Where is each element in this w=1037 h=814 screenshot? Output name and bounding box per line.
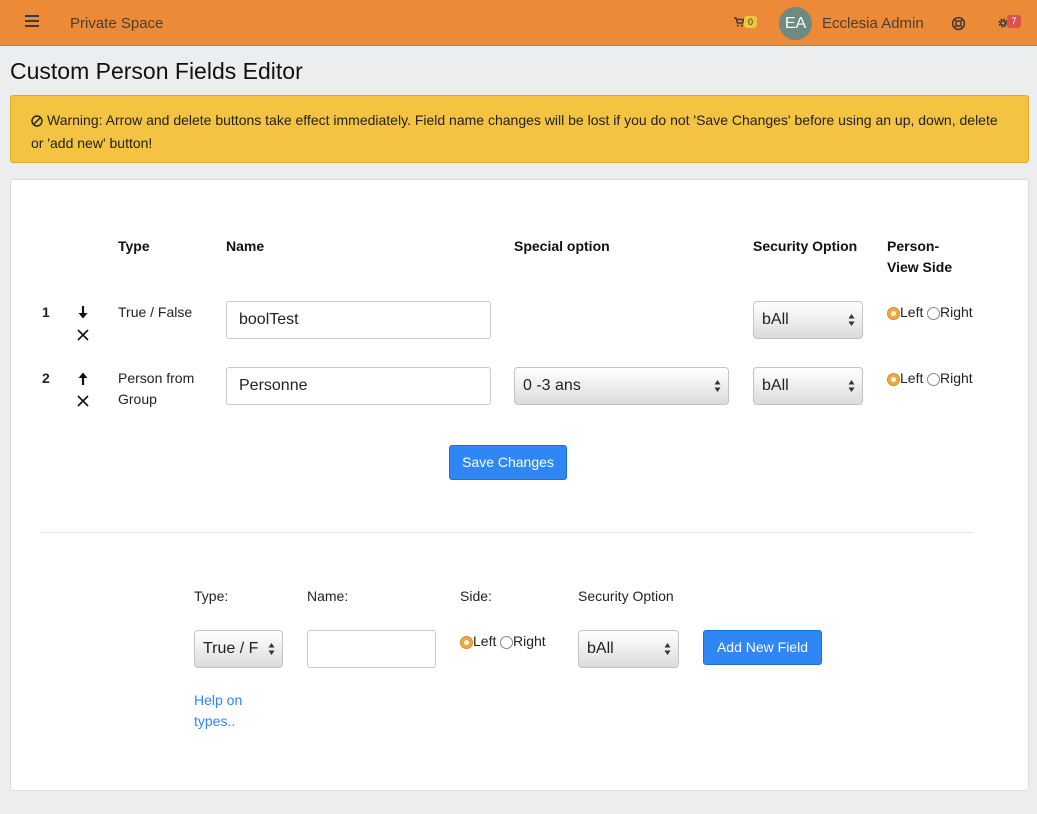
- security-option-select[interactable]: bAll: [753, 367, 863, 405]
- save-changes-button[interactable]: Save Changes: [449, 445, 567, 480]
- special-option-value: 0 -3 ans: [523, 377, 581, 394]
- settings-button[interactable]: 7: [997, 15, 1027, 30]
- new-security-label: Security Option: [578, 588, 674, 604]
- help-on-types-link[interactable]: Help on types..: [194, 690, 242, 732]
- row-type: True / False: [118, 304, 193, 320]
- side-left-label: Left: [900, 304, 924, 320]
- select-arrows-icon: [848, 314, 855, 326]
- side-right-label: Right: [940, 370, 973, 386]
- ban-icon: [31, 112, 43, 133]
- field-name-input[interactable]: Personne: [226, 367, 491, 405]
- delete-field-button[interactable]: [77, 394, 89, 412]
- new-name-input[interactable]: [307, 630, 436, 668]
- select-arrows-icon: [664, 643, 671, 655]
- row-index: 1: [42, 304, 50, 320]
- header-security-option: Security Option: [753, 238, 858, 254]
- security-option-value: bAll: [762, 311, 789, 328]
- new-type-value: True / False: [203, 640, 259, 657]
- select-arrows-icon: [848, 380, 855, 392]
- new-security-value: bAll: [587, 640, 614, 657]
- side-left-radio[interactable]: [887, 307, 900, 320]
- avatar[interactable]: EA: [779, 7, 812, 40]
- fields-editor-card: Type Name Special option Security Option…: [10, 179, 1029, 791]
- row-type-line1: Person from: [118, 370, 195, 386]
- cart-button[interactable]: 0: [734, 16, 760, 30]
- top-navbar: Private Space 0 EA Ecclesia Admin 7: [0, 0, 1037, 46]
- warning-alert: Warning: Arrow and delete buttons take e…: [10, 95, 1029, 163]
- new-side-left-label: Left: [473, 633, 497, 649]
- side-left-radio[interactable]: [887, 373, 900, 386]
- side-right-radio[interactable]: [927, 307, 940, 320]
- new-side-right-radio[interactable]: [500, 636, 513, 649]
- new-type-label: Type:: [194, 588, 229, 604]
- select-arrows-icon: [714, 380, 721, 392]
- warning-text: Warning: Arrow and delete buttons take e…: [31, 112, 998, 151]
- move-down-button[interactable]: [77, 306, 89, 324]
- page-title: Custom Person Fields Editor: [10, 58, 303, 84]
- add-new-field-button[interactable]: Add New Field: [703, 630, 822, 665]
- new-type-select[interactable]: True / False: [194, 630, 283, 668]
- row-type-line2: Group: [118, 391, 157, 407]
- cart-count-badge: 0: [744, 16, 757, 28]
- new-security-select[interactable]: bAll: [578, 630, 679, 668]
- header-name: Name: [226, 238, 265, 254]
- close-icon: [77, 395, 89, 407]
- security-option-value: bAll: [762, 377, 789, 394]
- side-left-label: Left: [900, 370, 924, 386]
- header-person-view-side: Person- View Side: [887, 236, 952, 278]
- close-icon: [77, 329, 89, 341]
- new-side-label: Side:: [460, 588, 492, 604]
- settings-count-badge: 7: [1007, 15, 1021, 28]
- row-index: 2: [42, 370, 50, 386]
- header-type: Type: [118, 238, 150, 254]
- row-type: Person from Group: [118, 368, 194, 410]
- help-link-line2: types..: [194, 713, 236, 729]
- side-right-radio[interactable]: [927, 373, 940, 386]
- new-name-label: Name:: [307, 588, 349, 604]
- move-up-button[interactable]: [77, 372, 89, 390]
- side-right-label: Right: [940, 304, 973, 320]
- delete-field-button[interactable]: [77, 328, 89, 346]
- new-side-left-radio[interactable]: [460, 636, 473, 649]
- new-side-right-label: Right: [513, 633, 546, 649]
- brand-link[interactable]: Private Space: [70, 15, 163, 32]
- menu-toggle-icon[interactable]: [25, 15, 39, 27]
- arrow-up-icon: [78, 372, 88, 385]
- security-option-select[interactable]: bAll: [753, 301, 863, 339]
- cart-icon: [734, 17, 744, 27]
- header-special-option: Special option: [514, 238, 610, 254]
- select-arrows-icon: [268, 643, 275, 655]
- arrow-down-icon: [78, 306, 88, 319]
- help-lifering-icon[interactable]: [951, 16, 966, 36]
- help-link-line1: Help on: [194, 692, 243, 708]
- header-side-line2: View Side: [887, 259, 953, 275]
- user-menu-name[interactable]: Ecclesia Admin: [822, 15, 924, 32]
- field-name-input[interactable]: boolTest: [226, 301, 491, 339]
- section-divider: [41, 532, 973, 533]
- header-side-line1: Person-: [887, 238, 940, 254]
- special-option-select[interactable]: 0 -3 ans: [514, 367, 729, 405]
